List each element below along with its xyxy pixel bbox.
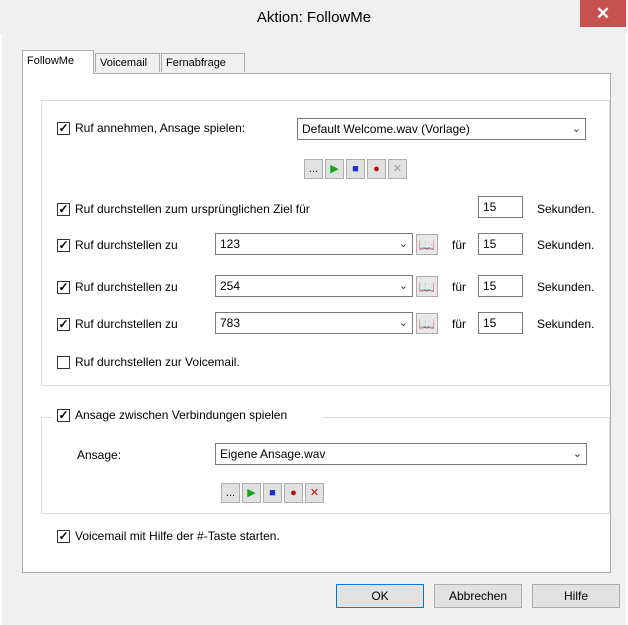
stop-icon: ■ [352,163,359,175]
play-button[interactable]: ▶ [325,159,344,179]
transfer-3-number-select[interactable]: 783 ⌄ [215,312,413,334]
welcome-file-value: Default Welcome.wav (Vorlage) [302,122,470,136]
transfer-1-checkbox[interactable]: ✓ [57,239,70,252]
ansage-file-select[interactable]: Eigene Ansage.wav ⌄ [215,443,587,465]
delete-icon: ✕ [392,163,403,175]
record-button[interactable]: ● [367,159,386,179]
transfer-1-label: Ruf durchstellen zu [75,238,178,252]
chevron-down-icon: ⌄ [572,448,582,460]
stop-button-2[interactable]: ■ [263,483,282,503]
fuer-label: für [452,280,467,294]
ansage-between-label: Ansage zwischen Verbindungen spielen [75,408,288,422]
check-icon: ✓ [58,202,69,216]
book-icon[interactable]: 📖 [416,313,438,334]
voicemail-hash-label: Voicemail mit Hilfe der #-Taste starten. [75,529,280,543]
answer-call-label: Ruf annehmen, Ansage spielen: [75,121,246,135]
transfer-1-number-select[interactable]: 123 ⌄ [215,233,413,255]
browse-button[interactable]: ... [304,159,323,179]
transfer-1-seconds-input[interactable]: 15 [478,233,523,255]
transfer-3-checkbox[interactable]: ✓ [57,318,70,331]
fuer-label: für [452,238,467,252]
chevron-down-icon: ⌄ [571,123,581,135]
ansage-file-value: Eigene Ansage.wav [220,447,326,461]
record-icon: ● [373,163,380,175]
transfer-3-label: Ruf durchstellen zu [75,317,178,331]
chevron-down-icon: ⌄ [398,280,408,292]
help-button[interactable]: Hilfe [532,584,620,608]
book-icon[interactable]: 📖 [416,234,438,255]
check-icon: ✓ [58,317,69,331]
stop-icon: ■ [269,487,276,499]
cancel-button[interactable]: Abbrechen [434,584,522,608]
transfer-voicemail-checkbox[interactable] [57,356,70,369]
stop-button[interactable]: ■ [346,159,365,179]
transfer-2-label: Ruf durchstellen zu [75,280,178,294]
window-title: Aktion: FollowMe [256,9,372,26]
delete-button-2[interactable]: ✕ [305,483,324,503]
transfer-2-number-select[interactable]: 254 ⌄ [215,275,413,297]
tab-followme[interactable]: FollowMe [22,50,94,74]
ok-button[interactable]: OK [336,584,424,608]
check-icon: ✓ [58,529,69,543]
delete-icon: ✕ [309,487,320,499]
transfer-2-seconds-input[interactable]: 15 [478,275,523,297]
seconds-label: Sekunden. [537,202,595,216]
play-icon: ▶ [330,163,339,175]
check-icon: ✓ [58,408,69,422]
chevron-down-icon: ⌄ [398,238,408,250]
record-button-2[interactable]: ● [284,483,303,503]
transfer-3-seconds-input[interactable]: 15 [478,312,523,334]
book-icon[interactable]: 📖 [416,276,438,297]
play-button-2[interactable]: ▶ [242,483,261,503]
browse-icon: ... [308,163,319,175]
check-icon: ✓ [58,280,69,294]
transfer-original-label: Ruf durchstellen zum ursprünglichen Ziel… [75,202,310,216]
seconds-label: Sekunden. [537,280,595,294]
voicemail-hash-checkbox[interactable]: ✓ [57,530,70,543]
close-icon: ✕ [595,4,611,23]
answer-call-checkbox[interactable]: ✓ [57,122,70,135]
seconds-label: Sekunden. [537,317,595,331]
ansage-between-checkbox[interactable]: ✓ [57,409,70,422]
tab-fernabfrage[interactable]: Fernabfrage [161,53,245,72]
transfer-2-checkbox[interactable]: ✓ [57,281,70,294]
record-icon: ● [290,487,297,499]
chevron-down-icon: ⌄ [398,317,408,329]
transfer-1-number-value: 123 [220,237,241,251]
browse-button-2[interactable]: ... [221,483,240,503]
transfer-2-number-value: 254 [220,279,241,293]
fuer-label: für [452,317,467,331]
tab-voicemail[interactable]: Voicemail [95,53,160,72]
welcome-file-select[interactable]: Default Welcome.wav (Vorlage) ⌄ [297,118,586,140]
transfer-original-checkbox[interactable]: ✓ [57,203,70,216]
play-icon: ▶ [247,487,256,499]
check-icon: ✓ [58,121,69,135]
transfer-original-seconds-input[interactable]: 15 [478,196,523,218]
delete-button[interactable]: ✕ [388,159,407,179]
check-icon: ✓ [58,238,69,252]
seconds-label: Sekunden. [537,238,595,252]
transfer-3-number-value: 783 [220,316,241,330]
browse-icon: ... [225,487,236,499]
close-button[interactable]: ✕ [580,0,626,27]
transfer-voicemail-label: Ruf durchstellen zur Voicemail. [75,355,240,369]
ansage-label: Ansage: [77,448,122,462]
ansage-group [41,417,610,514]
